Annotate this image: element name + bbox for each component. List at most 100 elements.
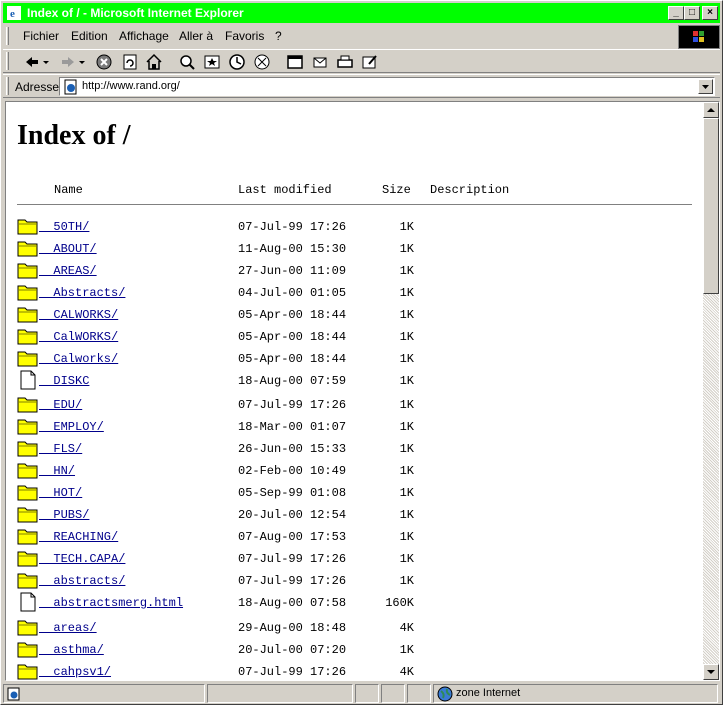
file-list-row: asthma/20-Jul-00 07:20 1K xyxy=(6,639,703,661)
folder-icon[interactable] xyxy=(17,326,39,346)
folder-icon[interactable] xyxy=(17,216,39,236)
folder-icon[interactable] xyxy=(17,348,39,368)
file-size: 160K xyxy=(385,596,414,610)
address-url[interactable]: http://www.rand.org/ xyxy=(82,80,180,92)
back-button[interactable] xyxy=(23,53,51,71)
close-button[interactable]: × xyxy=(702,6,718,20)
folder-icon[interactable] xyxy=(17,548,39,568)
refresh-button[interactable] xyxy=(121,53,139,71)
title-bar[interactable]: e Index of / - Microsoft Internet Explor… xyxy=(3,3,720,23)
folder-icon[interactable] xyxy=(17,260,39,280)
channels-button[interactable] xyxy=(253,53,271,71)
fullscreen-button[interactable] xyxy=(286,53,304,71)
file-link[interactable]: EMPLOY/ xyxy=(39,420,103,434)
history-button[interactable] xyxy=(228,53,246,71)
file-link[interactable]: CALWORKS/ xyxy=(39,308,118,322)
folder-icon[interactable] xyxy=(17,639,39,659)
file-list-row: HN/02-Feb-00 10:49 1K xyxy=(6,460,703,482)
file-link[interactable]: Abstracts/ xyxy=(39,286,125,300)
file-link[interactable]: asthma/ xyxy=(39,643,103,657)
vertical-scrollbar[interactable] xyxy=(703,102,719,680)
file-link[interactable]: HN/ xyxy=(39,464,75,478)
file-link[interactable]: CalWORKS/ xyxy=(39,330,118,344)
file-link[interactable]: 50TH/ xyxy=(39,220,89,234)
folder-icon[interactable] xyxy=(17,617,39,637)
menu-affichage[interactable]: Affichage xyxy=(119,29,169,43)
column-name-header[interactable]: Name xyxy=(54,183,83,197)
status-progress-panel xyxy=(207,684,353,703)
file-list-row: FLS/26-Jun-00 15:33 1K xyxy=(6,438,703,460)
folder-icon[interactable] xyxy=(17,304,39,324)
file-list-row: Abstracts/04-Jul-00 01:05 1K xyxy=(6,282,703,304)
file-link[interactable]: EDU/ xyxy=(39,398,82,412)
file-link[interactable]: ABOUT/ xyxy=(39,242,96,256)
column-size-header[interactable]: Size xyxy=(382,183,411,197)
file-list-row: ABOUT/11-Aug-00 15:30 1K xyxy=(6,238,703,260)
address-dropdown-button[interactable] xyxy=(698,79,713,94)
file-link[interactable]: abstracts/ xyxy=(39,574,125,588)
page-status-icon xyxy=(7,687,20,701)
scroll-down-button[interactable] xyxy=(703,664,719,680)
toolbar-grip[interactable] xyxy=(6,52,9,70)
forward-button[interactable] xyxy=(59,53,87,71)
menu-aller[interactable]: Aller à xyxy=(179,29,213,43)
folder-icon[interactable] xyxy=(17,504,39,524)
folder-icon[interactable] xyxy=(17,526,39,546)
file-link[interactable]: HOT/ xyxy=(39,486,82,500)
minimize-button[interactable]: _ xyxy=(668,6,684,20)
page-icon xyxy=(64,79,77,95)
file-icon[interactable] xyxy=(17,592,39,612)
file-size: 4K xyxy=(399,665,414,679)
stop-button[interactable] xyxy=(95,53,113,71)
menu-grip[interactable] xyxy=(6,27,9,45)
status-zone-panel: zone Internet xyxy=(433,684,718,703)
address-grip[interactable] xyxy=(6,77,9,95)
file-link[interactable]: AREAS/ xyxy=(39,264,96,278)
home-button[interactable] xyxy=(145,53,163,71)
favorites-button[interactable] xyxy=(203,53,221,71)
folder-icon[interactable] xyxy=(17,282,39,302)
edit-button[interactable] xyxy=(361,53,379,71)
folder-icon[interactable] xyxy=(17,460,39,480)
address-input[interactable]: http://www.rand.org/ xyxy=(59,77,715,96)
menu-fichier[interactable]: Fichier xyxy=(23,29,59,43)
search-button[interactable] xyxy=(178,53,196,71)
browser-window: e Index of / - Microsoft Internet Explor… xyxy=(0,0,723,705)
file-link[interactable]: REACHING/ xyxy=(39,530,118,544)
column-last-modified-header[interactable]: Last modified xyxy=(238,183,332,197)
menu-favoris[interactable]: Favoris xyxy=(225,29,264,43)
file-date: 20-Jul-00 12:54 xyxy=(238,508,347,522)
maximize-button[interactable]: □ xyxy=(684,6,700,20)
menu-edition[interactable]: Edition xyxy=(71,29,108,43)
mail-button[interactable] xyxy=(311,53,329,71)
column-description-header[interactable]: Description xyxy=(430,183,509,197)
file-list-row: TECH.CAPA/07-Jul-99 17:26 1K xyxy=(6,548,703,570)
file-date: 05-Apr-00 18:44 xyxy=(238,330,347,344)
folder-icon[interactable] xyxy=(17,238,39,258)
print-button[interactable] xyxy=(336,53,354,71)
file-list-row: cahpsv1/07-Jul-99 17:26 4K xyxy=(6,661,703,680)
file-date: 26-Jun-00 15:33 xyxy=(238,442,347,456)
file-link[interactable]: areas/ xyxy=(39,621,96,635)
file-list-row: areas/29-Aug-00 18:48 4K xyxy=(6,617,703,639)
file-link[interactable]: DISKC xyxy=(39,374,89,388)
folder-icon[interactable] xyxy=(17,570,39,590)
folder-icon[interactable] xyxy=(17,482,39,502)
folder-icon[interactable] xyxy=(17,416,39,436)
file-link[interactable]: cahpsv1/ xyxy=(39,665,111,679)
file-date: 07-Jul-99 17:26 xyxy=(238,220,347,234)
scroll-thumb[interactable] xyxy=(703,118,719,294)
file-icon[interactable] xyxy=(17,370,39,390)
file-link[interactable]: PUBS/ xyxy=(39,508,89,522)
scroll-up-button[interactable] xyxy=(703,102,719,118)
file-link[interactable]: abstractsmerg.html xyxy=(39,596,183,610)
file-link[interactable]: FLS/ xyxy=(39,442,82,456)
folder-icon[interactable] xyxy=(17,394,39,414)
file-link[interactable]: Calworks/ xyxy=(39,352,118,366)
file-size: 1K xyxy=(399,264,414,278)
file-link[interactable]: TECH.CAPA/ xyxy=(39,552,125,566)
menu-help[interactable]: ? xyxy=(275,29,282,43)
folder-icon[interactable] xyxy=(17,438,39,458)
file-date: 05-Apr-00 18:44 xyxy=(238,308,347,322)
folder-icon[interactable] xyxy=(17,661,39,680)
